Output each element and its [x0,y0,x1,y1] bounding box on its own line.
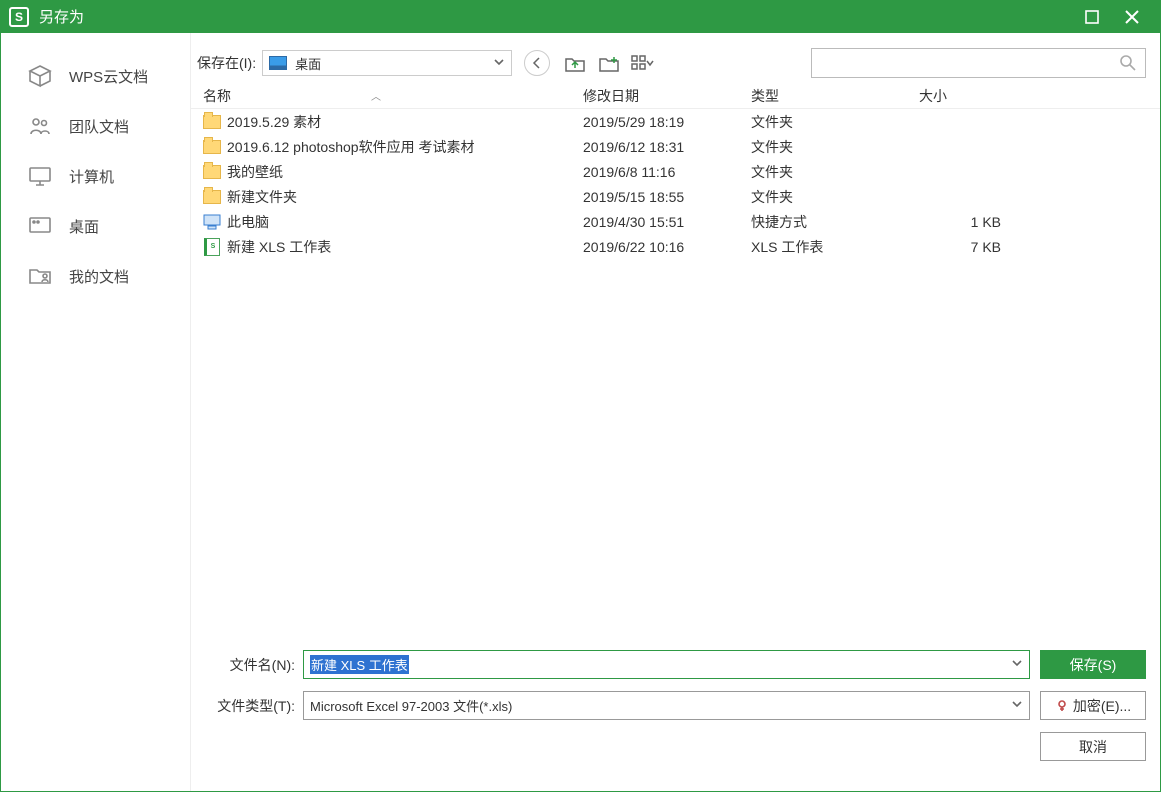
file-row[interactable]: 2019.6.12 photoshop软件应用 考试素材 2019/6/12 18… [197,134,1160,159]
filename-value: 新建 XLS 工作表 [310,655,409,674]
save-in-label: 保存在(I): [197,53,256,73]
file-name: 我的壁纸 [227,162,283,182]
search-box[interactable] [811,48,1146,78]
column-date[interactable]: 修改日期 [577,83,745,108]
file-date: 2019/6/8 11:16 [583,164,751,180]
maximize-button[interactable] [1072,0,1112,33]
folder-icon [203,138,221,156]
folder-icon [203,113,221,131]
sidebar: WPS云文档 团队文档 计算机 桌面 [1,33,191,791]
file-row[interactable]: 2019.5.29 素材 2019/5/29 18:19文件夹 [197,109,1160,134]
titlebar: S 另存为 [1,0,1160,33]
folder-person-icon [27,263,53,289]
folder-icon [203,163,221,181]
close-button[interactable] [1112,0,1152,33]
file-type: 快捷方式 [751,212,919,232]
chevron-down-icon[interactable] [1011,657,1023,672]
location-dropdown[interactable]: 桌面 [262,50,512,76]
file-row[interactable]: 此电脑 2019/4/30 15:51快捷方式1 KB [197,209,1160,234]
monitor-icon [27,163,53,189]
file-size: 1 KB [919,214,1019,230]
sidebar-item-team[interactable]: 团队文档 [1,101,190,151]
sidebar-item-label: 计算机 [69,166,114,187]
search-input[interactable] [820,56,1119,71]
filetype-label: 文件类型(T): [215,696,295,716]
file-name: 新建文件夹 [227,187,297,207]
new-folder-button[interactable] [594,50,624,76]
footer: 文件名(N): 新建 XLS 工作表 保存(S) 文件类型(T): Micros… [191,638,1160,791]
cube-icon [27,63,53,89]
save-button[interactable]: 保存(S) [1040,650,1146,679]
view-mode-button[interactable] [628,50,658,76]
sidebar-item-label: 我的文档 [69,266,129,287]
file-name: 新建 XLS 工作表 [227,237,331,257]
pc-icon [203,213,221,231]
chevron-down-icon[interactable] [1011,698,1023,713]
file-name: 2019.5.29 素材 [227,112,321,132]
location-text: 桌面 [295,54,321,73]
desktop-small-icon [269,56,287,70]
file-type: 文件夹 [751,137,919,157]
up-folder-button[interactable] [560,50,590,76]
sidebar-item-label: 团队文档 [69,116,129,137]
search-icon [1119,54,1137,72]
column-size[interactable]: 大小 [913,83,1013,108]
sidebar-item-my-docs[interactable]: 我的文档 [1,251,190,301]
file-name: 此电脑 [227,212,269,232]
file-row[interactable]: 新建文件夹 2019/5/15 18:55文件夹 [197,184,1160,209]
sidebar-item-label: WPS云文档 [69,66,148,87]
file-type: 文件夹 [751,112,919,132]
file-name: 2019.6.12 photoshop软件应用 考试素材 [227,137,474,157]
column-type[interactable]: 类型 [745,83,913,108]
chevron-down-icon [493,56,505,71]
filetype-value: Microsoft Excel 97-2003 文件(*.xls) [310,696,512,715]
file-type: XLS 工作表 [751,237,919,257]
cancel-button[interactable]: 取消 [1040,732,1146,761]
file-date: 2019/5/15 18:55 [583,189,751,205]
file-type: 文件夹 [751,187,919,207]
file-date: 2019/6/22 10:16 [583,239,751,255]
sidebar-item-label: 桌面 [69,216,99,237]
file-date: 2019/5/29 18:19 [583,114,751,130]
back-button[interactable] [524,50,550,76]
file-type: 文件夹 [751,162,919,182]
sort-asc-icon: ︿ [371,88,381,103]
file-date: 2019/6/12 18:31 [583,139,751,155]
file-date: 2019/4/30 15:51 [583,214,751,230]
encrypt-button[interactable]: 加密(E)... [1040,691,1146,720]
file-size: 7 KB [919,239,1019,255]
file-row[interactable]: S 新建 XLS 工作表 2019/6/22 10:16XLS 工作表7 KB [197,234,1160,259]
xls-icon: S [203,238,221,256]
team-icon [27,113,53,139]
sidebar-item-desktop[interactable]: 桌面 [1,201,190,251]
file-list: 2019.5.29 素材2019/5/29 18:19文件夹2019.6.12 … [191,109,1160,638]
column-name[interactable]: 名称︿ [197,83,577,108]
sidebar-item-computer[interactable]: 计算机 [1,151,190,201]
window-title: 另存为 [39,6,1072,27]
filetype-dropdown[interactable]: Microsoft Excel 97-2003 文件(*.xls) [303,691,1030,720]
desktop-icon [27,213,53,239]
toolbar: 保存在(I): 桌面 [191,43,1160,83]
filename-input[interactable]: 新建 XLS 工作表 [303,650,1030,679]
file-list-header: 名称︿ 修改日期 类型 大小 [191,83,1160,109]
app-icon: S [9,7,29,27]
file-row[interactable]: 我的壁纸 2019/6/8 11:16文件夹 [197,159,1160,184]
folder-icon [203,188,221,206]
filename-label: 文件名(N): [215,655,295,675]
sidebar-item-wps-cloud[interactable]: WPS云文档 [1,51,190,101]
